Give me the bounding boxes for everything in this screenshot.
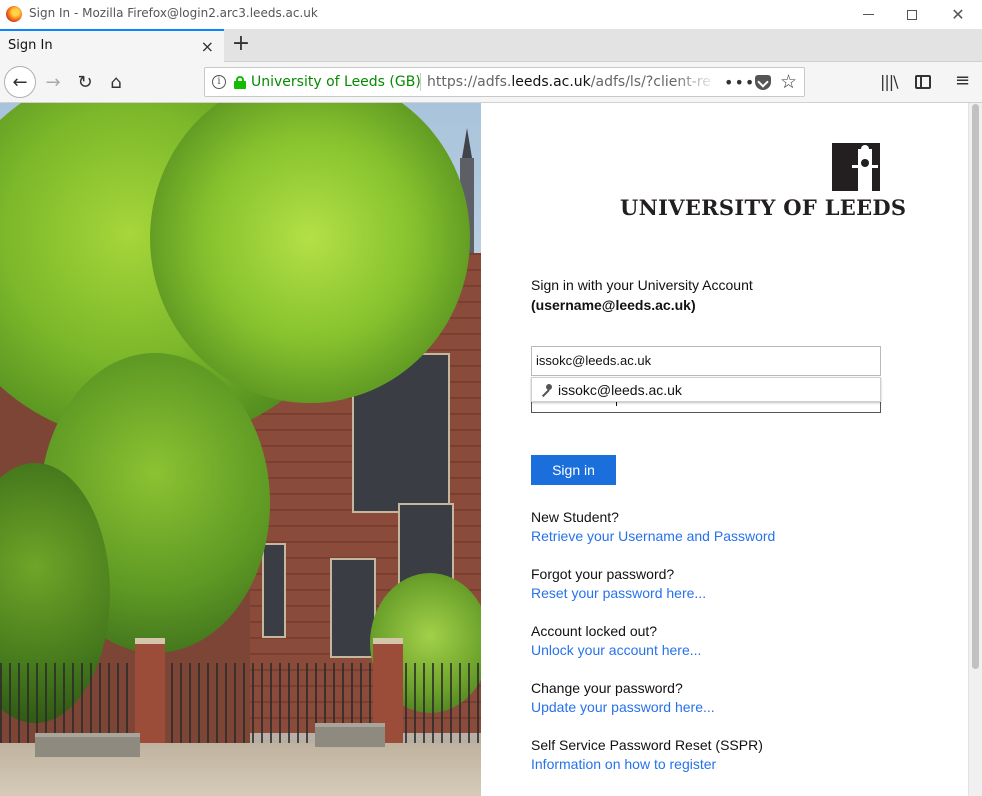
url-separator — [420, 73, 421, 91]
tab-title: Sign In — [8, 38, 53, 53]
minimize-button[interactable] — [845, 0, 891, 29]
campus-photo — [0, 103, 481, 796]
sign-in-button[interactable]: Sign in — [531, 455, 616, 485]
minimize-icon — [862, 14, 874, 15]
iron-fence — [0, 663, 481, 743]
close-icon: ✕ — [951, 4, 965, 24]
window-titlebar: Sign In - Mozilla Firefox@login2.arc3.le… — [0, 0, 982, 29]
pocket-icon[interactable] — [755, 75, 771, 90]
tab-strip: Sign In × + — [0, 29, 982, 62]
new-tab-button[interactable]: + — [229, 32, 253, 58]
reload-icon: ↻ — [77, 71, 93, 93]
forgot-password-question: Forgot your password? — [531, 566, 675, 582]
reload-button[interactable]: ↻ — [70, 67, 100, 97]
sidebar-icon[interactable] — [915, 75, 931, 89]
maximize-icon — [907, 9, 917, 20]
account-locked-question: Account locked out? — [531, 623, 658, 639]
sspr-question: Self Service Password Reset (SSPR) — [531, 737, 763, 753]
forward-button[interactable]: → — [38, 67, 68, 97]
firefox-logo-icon — [6, 6, 22, 22]
sign-in-intro: Sign in with your University Account — [531, 277, 753, 293]
sspr-register-link[interactable]: Information on how to register — [531, 756, 716, 772]
unlock-account-link[interactable]: Unlock your account here... — [531, 642, 701, 658]
gate-pillar — [135, 638, 165, 748]
lock-icon[interactable] — [234, 76, 246, 89]
bookmark-star-icon[interactable]: ☆ — [780, 71, 797, 93]
tab-close-icon[interactable]: × — [201, 37, 214, 56]
university-crest-icon — [832, 143, 880, 191]
spire — [462, 128, 472, 158]
home-icon: ⌂ — [110, 71, 122, 93]
autocomplete-suggestion[interactable]: issokc@leeds.ac.uk — [558, 382, 682, 398]
bench — [315, 723, 385, 747]
window-title: Sign In - Mozilla Firefox@login2.arc3.le… — [29, 6, 318, 20]
update-password-link[interactable]: Update your password here... — [531, 699, 715, 715]
page-actions-icon[interactable]: ••• — [724, 73, 755, 92]
hamburger-menu-icon[interactable]: ≡ — [955, 70, 970, 91]
site-info-icon[interactable]: i — [212, 75, 226, 89]
window — [262, 543, 286, 638]
sign-in-panel: UNIVERSITY OF LEEDS Sign in with your Un… — [481, 103, 968, 796]
back-button[interactable]: ← — [4, 66, 36, 98]
login-autocomplete-popup[interactable]: issokc@leeds.ac.uk — [531, 377, 881, 402]
arrow-left-icon: ← — [12, 71, 28, 93]
site-identity-label[interactable]: University of Leeds (GB) — [251, 74, 421, 90]
bench — [35, 733, 140, 757]
key-icon — [539, 384, 552, 398]
maximize-button[interactable] — [889, 0, 935, 29]
scrollbar-thumb[interactable] — [972, 104, 979, 669]
close-window-button[interactable]: ✕ — [935, 0, 981, 29]
url-text[interactable]: https://adfs.leeds.ac.uk/adfs/ls/?client… — [427, 74, 717, 90]
page-content: UNIVERSITY OF LEEDS Sign in with your Un… — [0, 103, 968, 796]
home-button[interactable]: ⌂ — [101, 67, 131, 97]
navigation-toolbar: ← → ↻ ⌂ i University of Leeds (GB) https… — [0, 62, 982, 103]
retrieve-credentials-link[interactable]: Retrieve your Username and Password — [531, 528, 775, 544]
arrow-right-icon: → — [45, 71, 61, 93]
sign-in-username-hint: (username@leeds.ac.uk) — [531, 297, 696, 313]
change-password-question: Change your password? — [531, 680, 683, 696]
username-input[interactable]: issokc@leeds.ac.uk — [531, 346, 881, 376]
new-student-question: New Student? — [531, 509, 619, 525]
tab-sign-in[interactable]: Sign In × — [0, 29, 224, 62]
reset-password-link[interactable]: Reset your password here... — [531, 585, 706, 601]
library-icon[interactable]: |||\ — [880, 72, 899, 91]
university-logo-text: UNIVERSITY OF LEEDS — [620, 195, 907, 220]
address-bar[interactable]: i University of Leeds (GB) https://adfs.… — [204, 67, 805, 97]
